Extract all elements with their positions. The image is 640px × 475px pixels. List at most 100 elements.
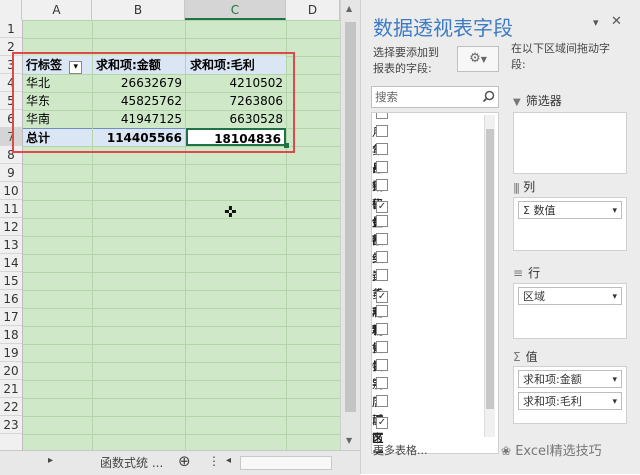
- field-item[interactable]: 月年号: [372, 113, 394, 175]
- column-header-b[interactable]: B: [92, 0, 185, 20]
- rows-region-field-pill[interactable]: 区域 ▾: [518, 287, 622, 305]
- field-item[interactable]: 性别: [372, 339, 394, 391]
- search-icon[interactable]: [482, 90, 495, 103]
- add-sheet-icon[interactable]: ⊕: [178, 452, 191, 470]
- column-header-a[interactable]: A: [22, 0, 92, 20]
- scroll-up-icon[interactable]: ▲: [346, 4, 352, 13]
- scroll-thumb[interactable]: [345, 22, 356, 412]
- row-header[interactable]: 17: [0, 308, 22, 326]
- row-header[interactable]: 10: [0, 182, 22, 200]
- watermark-text: Excel精选技巧: [515, 444, 602, 459]
- values-amount-field-pill[interactable]: 求和项:金额 ▾: [518, 370, 622, 388]
- row-header[interactable]: 14: [0, 254, 22, 272]
- row-header[interactable]: 20: [0, 362, 22, 380]
- columns-values-field-pill[interactable]: Σ 数值 ▾: [518, 201, 622, 219]
- checkbox[interactable]: [376, 269, 388, 281]
- values-area-label: 值: [525, 350, 538, 364]
- tab-scroll-right-icon[interactable]: ▸: [48, 455, 53, 466]
- row-header[interactable]: 11: [0, 200, 22, 218]
- checkbox[interactable]: [376, 113, 388, 119]
- checkbox[interactable]: [376, 179, 388, 191]
- field-item[interactable]: 进货成本: [372, 249, 394, 337]
- checkbox[interactable]: [376, 233, 388, 245]
- rows-region-label: 区域: [523, 290, 545, 303]
- row-header[interactable]: 15: [0, 272, 22, 290]
- checkbox[interactable]: [376, 359, 388, 371]
- field-item[interactable]: 品类: [372, 213, 394, 265]
- row-header[interactable]: 13: [0, 236, 22, 254]
- checkbox-checked[interactable]: ✓: [376, 417, 388, 429]
- rows-area-header: ≡ 行: [513, 264, 540, 281]
- column-header-d[interactable]: D: [286, 0, 340, 20]
- choose-fields-label-line1: 选择要添加到: [373, 46, 439, 59]
- checkbox[interactable]: [376, 377, 388, 389]
- panel-title: 数据透视表字段: [373, 16, 513, 40]
- search-placeholder: 搜索: [375, 90, 398, 104]
- columns-area-label: 列: [523, 180, 536, 194]
- values-profit-field-pill[interactable]: 求和项:毛利 ▾: [518, 392, 622, 410]
- field-item[interactable]: ✓金额: [372, 195, 394, 247]
- chevron-down-icon: ▼: [480, 55, 487, 64]
- row-header[interactable]: 23: [0, 416, 22, 434]
- columns-icon: |||: [513, 181, 520, 194]
- row-header[interactable]: 22: [0, 398, 22, 416]
- row-header[interactable]: 19: [0, 344, 22, 362]
- field-item[interactable]: 销售员: [372, 303, 394, 373]
- field-item[interactable]: 销售量: [372, 159, 394, 229]
- row-header[interactable]: 18: [0, 326, 22, 344]
- gear-settings-button[interactable]: ⚙▼: [457, 46, 499, 72]
- columns-values-label: Σ 数值: [523, 204, 556, 217]
- field-item[interactable]: ✓毛利: [372, 285, 394, 337]
- rows-icon: ≡: [513, 266, 524, 280]
- checkbox[interactable]: [376, 251, 388, 263]
- select-all-corner[interactable]: [0, 0, 22, 20]
- checkbox[interactable]: [376, 125, 388, 137]
- hscroll-left-icon[interactable]: ◂: [226, 455, 231, 466]
- field-item[interactable]: 毛利率: [372, 267, 394, 337]
- field-list-scrollbar[interactable]: [484, 115, 495, 437]
- field-item[interactable]: 日期: [372, 141, 394, 193]
- spreadsheet-area[interactable]: A B C D 1 2 3 4 5 6 7 8 9 10 11 12 13 14…: [0, 0, 361, 475]
- field-item[interactable]: 货品代码: [372, 123, 394, 211]
- filters-drop-area[interactable]: [513, 112, 627, 174]
- more-tables-link[interactable]: 更多表格...: [373, 442, 428, 458]
- field-item[interactable]: 学历: [372, 357, 394, 409]
- field-item[interactable]: 城市: [372, 393, 394, 445]
- checkbox[interactable]: [376, 341, 388, 353]
- scroll-down-icon[interactable]: ▼: [346, 436, 352, 445]
- chevron-down-icon: ▾: [612, 397, 617, 407]
- panel-options-dropdown-icon[interactable]: ▾: [593, 16, 599, 29]
- chevron-down-icon: ▾: [612, 375, 617, 385]
- horizontal-scrollbar[interactable]: [240, 456, 332, 470]
- sheet-tab[interactable]: 函数式统 ...: [100, 454, 163, 471]
- field-search-box[interactable]: 搜索: [371, 86, 499, 108]
- checkbox-checked[interactable]: ✓: [376, 291, 388, 303]
- watermark: ❀ Excel精选技巧: [501, 440, 602, 459]
- field-item[interactable]: 售价: [372, 177, 394, 229]
- checkbox[interactable]: [376, 143, 388, 155]
- close-icon[interactable]: ✕: [611, 14, 622, 29]
- field-list[interactable]: 月年号货品代码日期销售量售价✓金额品类细类进货成本毛利率✓毛利销售员姓名性别学历…: [371, 112, 499, 454]
- field-list-scroll-thumb[interactable]: [486, 129, 494, 409]
- values-area-header: Σ值: [513, 348, 538, 365]
- filter-funnel-icon: ▼: [513, 97, 521, 108]
- row-header[interactable]: 12: [0, 218, 22, 236]
- row-header[interactable]: 9: [0, 164, 22, 182]
- filters-area-header: ▼ 筛选器: [513, 92, 562, 109]
- tab-splitter-icon[interactable]: ⋮: [208, 454, 220, 468]
- field-item[interactable]: 店面: [372, 375, 394, 427]
- field-item[interactable]: ✓区域: [372, 411, 394, 453]
- checkbox[interactable]: [376, 161, 388, 173]
- row-header[interactable]: 21: [0, 380, 22, 398]
- checkbox[interactable]: [376, 323, 388, 335]
- row-header[interactable]: 16: [0, 290, 22, 308]
- checkbox-checked[interactable]: ✓: [376, 201, 388, 213]
- checkbox[interactable]: [376, 215, 388, 227]
- vertical-scrollbar[interactable]: ▲ ▼: [340, 0, 361, 450]
- column-header-c[interactable]: C: [185, 0, 286, 20]
- field-item[interactable]: 姓名: [372, 321, 394, 373]
- field-item[interactable]: 细类: [372, 231, 394, 283]
- checkbox[interactable]: [376, 305, 388, 317]
- row-header[interactable]: 1: [0, 20, 22, 38]
- checkbox[interactable]: [376, 395, 388, 407]
